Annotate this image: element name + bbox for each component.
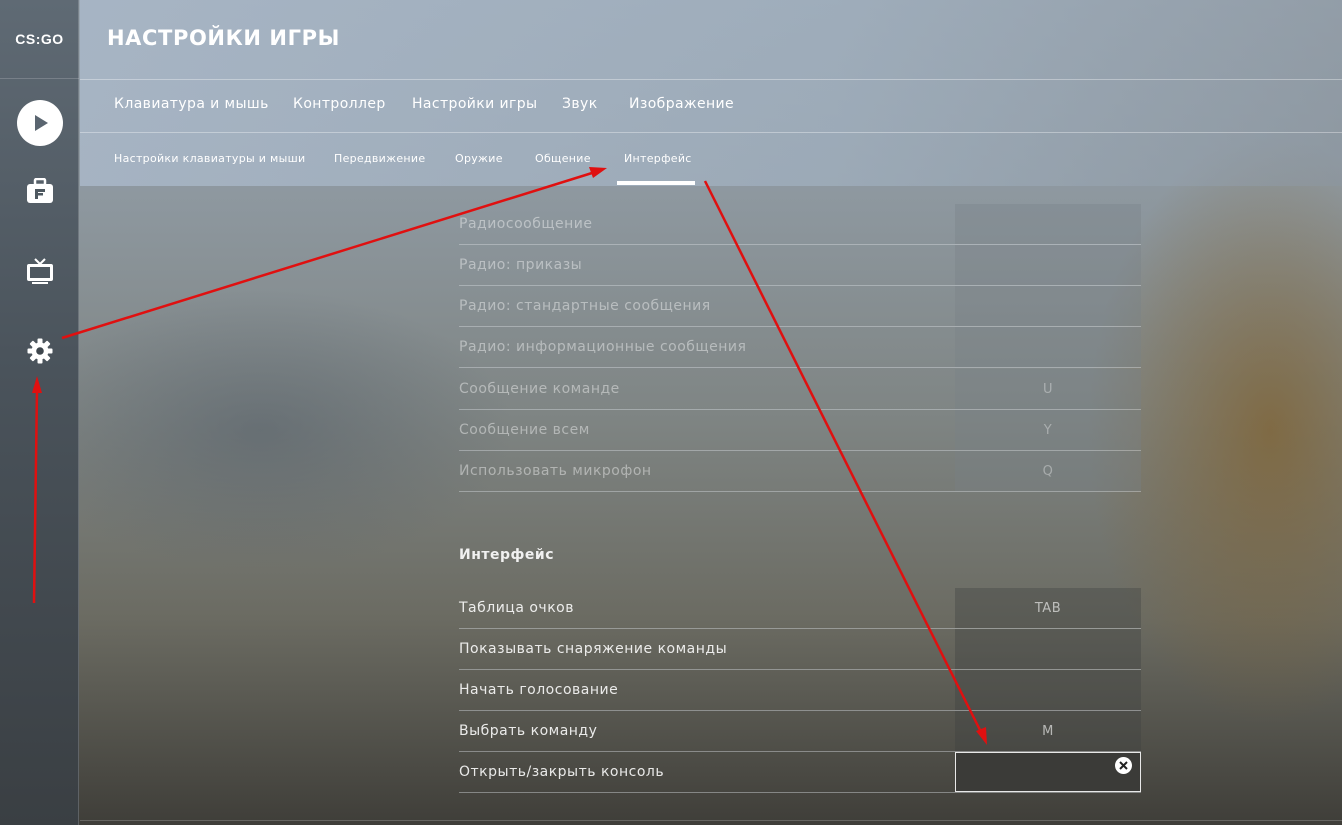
tv-icon — [26, 257, 54, 289]
setting-label: Радио: приказы — [459, 257, 583, 273]
tab-audio[interactable]: Звук — [562, 96, 598, 112]
gear-icon — [27, 338, 53, 368]
logo-text: CS:GO — [15, 31, 64, 47]
setting-label: Показывать снаряжение команды — [459, 641, 728, 657]
keybind-field[interactable] — [955, 204, 1141, 244]
header-divider — [80, 79, 1342, 80]
setting-label: Радиосообщение — [459, 216, 593, 232]
keybind-field[interactable] — [955, 670, 1141, 710]
sidebar: CS:GO — [0, 0, 79, 825]
inventory-button[interactable] — [0, 163, 79, 223]
keybind-field[interactable] — [955, 327, 1141, 367]
setting-label: Начать голосование — [459, 682, 619, 698]
setting-row-all-message[interactable]: Сообщение всем Y — [459, 410, 1141, 451]
setting-label: Сообщение всем — [459, 422, 590, 438]
setting-label: Таблица очков — [459, 600, 574, 616]
setting-row-radio-commands[interactable]: Радио: приказы — [459, 245, 1141, 286]
play-button[interactable] — [0, 93, 79, 153]
keybind-field-console-active[interactable] — [955, 752, 1141, 792]
section-title-interface: Интерфейс — [459, 547, 555, 563]
setting-label: Использовать микрофон — [459, 463, 652, 479]
active-tab-indicator — [617, 181, 695, 185]
subtab-keyboard-mouse-settings[interactable]: Настройки клавиатуры и мыши — [114, 152, 305, 165]
keybind-field[interactable] — [955, 629, 1141, 669]
subtab-communication[interactable]: Общение — [535, 152, 591, 165]
setting-row-team-message[interactable]: Сообщение команде U — [459, 369, 1141, 410]
setting-label: Выбрать команду — [459, 723, 598, 739]
settings-header: НАСТРОЙКИ ИГРЫ Клавиатура и мышь Контрол… — [80, 0, 1342, 186]
settings-button[interactable] — [0, 323, 79, 383]
clear-keybind-button[interactable] — [1115, 757, 1134, 776]
csgo-logo: CS:GO — [0, 0, 79, 79]
play-icon — [16, 100, 63, 146]
keybind-field[interactable]: TAB — [955, 588, 1141, 628]
tab-video[interactable]: Изображение — [629, 96, 734, 112]
subtab-movement[interactable]: Передвижение — [334, 152, 425, 165]
setting-row-scoreboard[interactable]: Таблица очков TAB — [459, 588, 1141, 629]
setting-label: Открыть/закрыть консоль — [459, 764, 665, 780]
subtab-weapons[interactable]: Оружие — [455, 152, 503, 165]
setting-row-radio-standard[interactable]: Радио: стандартные сообщения — [459, 286, 1141, 327]
tab-keyboard-mouse[interactable]: Клавиатура и мышь — [114, 96, 269, 112]
keybind-field[interactable]: Y — [955, 410, 1141, 450]
keybind-field[interactable] — [955, 286, 1141, 326]
setting-row-microphone[interactable]: Использовать микрофон Q — [459, 451, 1141, 492]
keybind-field[interactable] — [955, 245, 1141, 285]
setting-row-team-equipment[interactable]: Показывать снаряжение команды — [459, 629, 1141, 670]
close-icon — [1115, 757, 1132, 774]
keybind-field[interactable]: Q — [955, 451, 1141, 491]
setting-label: Радио: информационные сообщения — [459, 339, 747, 355]
keybind-field[interactable]: U — [955, 369, 1141, 409]
keybind-field[interactable]: M — [955, 711, 1141, 751]
page-title: НАСТРОЙКИ ИГРЫ — [107, 26, 340, 50]
tab-controller[interactable]: Контроллер — [293, 96, 386, 112]
briefcase-icon — [26, 177, 54, 208]
setting-label: Сообщение команде — [459, 381, 620, 397]
subtab-interface[interactable]: Интерфейс — [624, 152, 692, 165]
watch-button[interactable] — [0, 243, 79, 303]
tab-game-settings[interactable]: Настройки игры — [412, 96, 538, 112]
setting-row-select-team[interactable]: Выбрать команду M — [459, 711, 1141, 752]
content-bottom-divider — [80, 820, 1342, 821]
setting-row-radio-message[interactable]: Радиосообщение — [459, 204, 1141, 245]
setting-label: Радио: стандартные сообщения — [459, 298, 711, 314]
setting-row-radio-info[interactable]: Радио: информационные сообщения — [459, 327, 1141, 368]
tabs-divider — [80, 132, 1342, 133]
setting-row-start-vote[interactable]: Начать голосование — [459, 670, 1141, 711]
